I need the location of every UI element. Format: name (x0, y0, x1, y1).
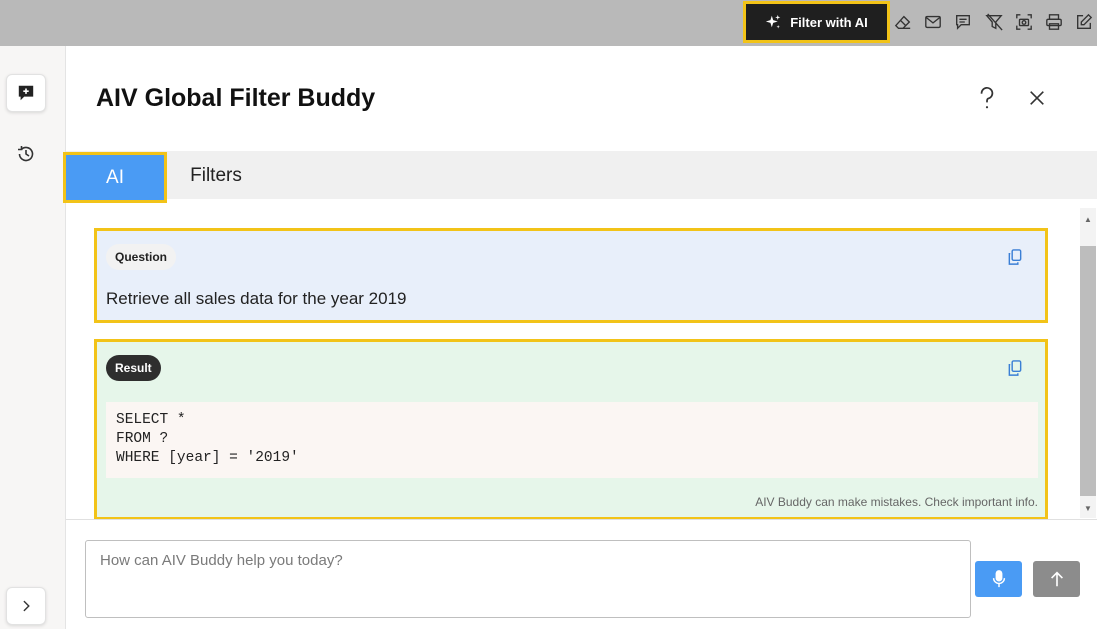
microphone-button[interactable] (975, 561, 1022, 597)
result-chip: Result (106, 355, 161, 381)
expand-button[interactable] (6, 587, 46, 625)
edit-icon[interactable] (1073, 11, 1095, 33)
new-chat-button[interactable] (6, 74, 46, 112)
clear-filter-icon[interactable] (983, 11, 1005, 33)
comment-icon[interactable] (952, 11, 974, 33)
scrollbar-thumb[interactable] (1080, 246, 1096, 496)
left-rail (0, 46, 66, 629)
help-button[interactable] (972, 83, 1002, 113)
tab-ai[interactable]: AI (63, 152, 167, 203)
copy-question-icon[interactable] (1005, 247, 1025, 267)
copy-result-icon[interactable] (1005, 358, 1025, 378)
history-button[interactable] (12, 140, 40, 168)
filter-with-ai-button[interactable]: Filter with AI (743, 1, 890, 43)
close-button[interactable] (1022, 83, 1052, 113)
microphone-icon (992, 570, 1005, 588)
send-button[interactable] (1033, 561, 1080, 597)
top-toolbar: Filter with AI (0, 0, 1097, 46)
filter-with-ai-label: Filter with AI (790, 14, 868, 30)
sparkle-icon (766, 14, 781, 28)
question-chip: Question (106, 244, 177, 270)
panel-title: AIV Global Filter Buddy (96, 84, 376, 112)
disclaimer-text: AIV Buddy can make mistakes. Check impor… (755, 495, 1038, 509)
history-icon (18, 146, 34, 162)
scroll-up-icon[interactable]: ▲ (1080, 211, 1096, 227)
sql-code-block: SELECT * FROM ? WHERE [year] = '2019' (106, 402, 1038, 478)
help-icon (980, 86, 994, 109)
question-text: Retrieve all sales data for the year 201… (106, 289, 407, 308)
eraser-icon[interactable] (892, 11, 914, 33)
tab-filters[interactable]: Filters (172, 152, 260, 200)
scroll-down-icon[interactable]: ▼ (1080, 500, 1096, 516)
divider (66, 519, 1097, 520)
result-card: Result SELECT * FROM ? WHERE [year] = '2… (94, 339, 1048, 520)
arrow-up-icon (1050, 571, 1063, 587)
chat-input[interactable] (85, 540, 971, 618)
new-chat-icon (18, 85, 34, 101)
question-card: Question Retrieve all sales data for the… (94, 228, 1048, 323)
print-icon[interactable] (1043, 11, 1065, 33)
screenshot-icon[interactable] (1013, 11, 1035, 33)
close-icon (1030, 91, 1044, 105)
expand-icon (23, 600, 30, 612)
mail-icon[interactable] (922, 11, 944, 33)
